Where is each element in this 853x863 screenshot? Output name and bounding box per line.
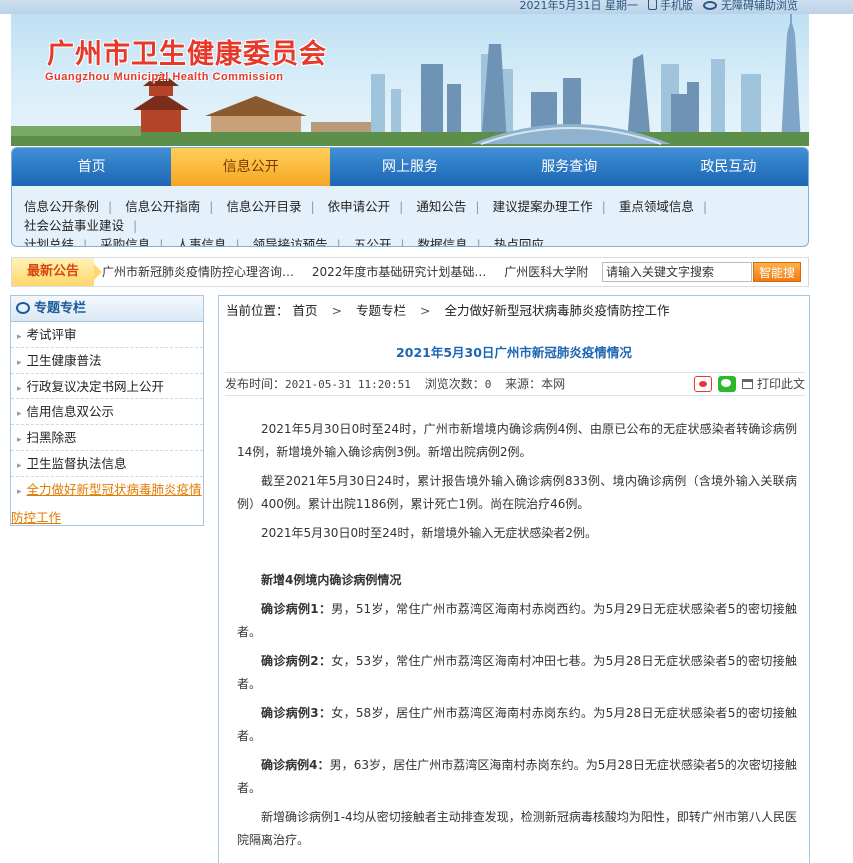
submenu-item[interactable]: 社会公益事业建设 bbox=[24, 216, 124, 235]
site-title: 广州市卫生健康委员会 bbox=[47, 39, 327, 70]
view-count: 0 bbox=[484, 378, 492, 391]
accessibility-link[interactable]: 无障碍辅助浏览 bbox=[703, 0, 798, 13]
nav-tab-service-query[interactable]: 服务查询 bbox=[490, 148, 649, 186]
primary-menu: 首页 信息公开 网上服务 服务查询 政民互动 bbox=[12, 148, 808, 186]
case-paragraph: 确诊病例1：男，51岁，常住广州市荔湾区海南村赤岗西约。为5月29日无症状感染者… bbox=[237, 602, 797, 639]
submenu-item[interactable]: 领导接访预告 bbox=[253, 235, 328, 246]
wechat-share-icon[interactable] bbox=[717, 376, 736, 392]
announcement-label: 最新公告 bbox=[12, 258, 102, 286]
announcement-list: 广州市新冠肺炎疫情防控心理咨询… 2022年度市基础研究计划基础… 广州医科大学… bbox=[102, 258, 600, 286]
sidebar-item[interactable]: ▸ 扫黑除恶 bbox=[11, 425, 203, 451]
printer-icon bbox=[741, 379, 753, 389]
case-paragraph: 确诊病例2：女，53岁，常住广州市荔湾区海南村冲田七巷。为5月28日无症状感染者… bbox=[237, 654, 797, 691]
sidebar-item[interactable]: ▸ 卫生监督执法信息 bbox=[11, 451, 203, 477]
site-subtitle: Guangzhou Municipal Health Commission bbox=[45, 71, 284, 83]
section-heading: 新增4例境内确诊病例情况 bbox=[261, 573, 402, 587]
article-title: 2021年5月30日广州市新冠肺炎疫情情况 bbox=[396, 345, 632, 360]
paragraph: 新增确诊病例1-4均从密切接触者主动排查发现，检测新冠病毒核酸均为阳性，即转广州… bbox=[237, 810, 797, 847]
announcement-bar: 最新公告 广州市新冠肺炎疫情防控心理咨询… 2022年度市基础研究计划基础… 广… bbox=[11, 257, 809, 300]
submenu-item[interactable]: 依申请公开 bbox=[328, 197, 391, 216]
sidebar-item[interactable]: ▸ 行政复议决定书网上公开 bbox=[11, 374, 203, 400]
nav-tab-home[interactable]: 首页 bbox=[12, 148, 171, 186]
submenu-item[interactable]: 建议提案办理工作 bbox=[493, 197, 593, 216]
case-paragraph: 确诊病例4：男，63岁，居住广州市荔湾区海南村赤岗东约。为5月28日无症状感染者… bbox=[237, 758, 798, 795]
mobile-link[interactable]: 手机版 bbox=[648, 0, 693, 13]
submenu-item[interactable]: 采购信息 bbox=[100, 235, 150, 246]
submenu-item[interactable]: 重点领域信息 bbox=[619, 197, 694, 216]
breadcrumb-link[interactable]: 专题专栏 bbox=[356, 303, 406, 318]
arrow-icon: ▸ bbox=[17, 409, 22, 420]
announcement-item[interactable]: 广州医科大学附 bbox=[504, 265, 588, 279]
main-navigation: 首页 信息公开 网上服务 服务查询 政民互动 信息公开条例 | 信息公开指南 | 信… bbox=[11, 147, 809, 247]
sidebar-item[interactable]: ▸ 信用信息双公示 bbox=[11, 399, 203, 426]
announcement-item[interactable]: 2022年度市基础研究计划基础… bbox=[312, 265, 487, 279]
nav-tab-online-service[interactable]: 网上服务 bbox=[330, 148, 489, 186]
search-button[interactable]: 智能搜索 bbox=[753, 262, 801, 300]
current-date: 2021年5月31日 星期一 bbox=[519, 0, 639, 12]
breadcrumb-link[interactable]: 首页 bbox=[293, 303, 318, 318]
sidebar-item[interactable]: ▸ 考试评审 bbox=[11, 322, 203, 348]
secondary-menu: 信息公开条例 | 信息公开指南 | 信息公开目录 | 依申请公开 | 通知公告 | 建议提… bbox=[12, 186, 808, 246]
publish-time: 2021-05-31 11:20:51 bbox=[285, 378, 411, 391]
mobile-icon bbox=[648, 0, 657, 10]
sidebar-item-active[interactable]: ▸ 全力做好新型冠状病毒肺炎疫情防控工作 bbox=[11, 477, 203, 530]
submenu-item[interactable]: 信息公开目录 bbox=[226, 197, 301, 216]
submenu-item[interactable]: 热点回应 bbox=[494, 235, 544, 246]
chevron-right-icon: > bbox=[331, 303, 342, 318]
submenu-item[interactable]: 信息公开条例 bbox=[24, 197, 99, 216]
announcement-item[interactable]: 广州市新冠肺炎疫情防控心理咨询… bbox=[102, 265, 294, 279]
case-paragraph: 确诊病例3：女，58岁，居住广州市荔湾区海南村赤岗东约。为5月28日无症状感染者… bbox=[237, 706, 797, 743]
submenu-item[interactable]: 计划总结 bbox=[24, 235, 74, 246]
site-banner: 广州市卫生健康委员会 Guangzhou Municipal Health Co… bbox=[11, 14, 809, 146]
submenu-item[interactable]: 人事信息 bbox=[176, 235, 226, 246]
topic-sidebar: 专题专栏 ▸ 考试评审 ▸ 卫生健康普法 ▸ 行政复议决定书网上公开 ▸ 信用信息双公示… bbox=[10, 295, 204, 526]
eye-icon bbox=[703, 1, 717, 10]
paragraph: 截至2021年5月30日24时，累计报告境外输入确诊病例833例、境内确诊病例（… bbox=[237, 474, 797, 511]
search-input[interactable]: 请输入关键文字搜索 bbox=[602, 262, 752, 282]
weibo-share-icon[interactable] bbox=[693, 376, 712, 392]
breadcrumb-link[interactable]: 全力做好新型冠状病毒肺炎疫情防控工作 bbox=[444, 303, 669, 318]
sidebar-header: 专题专栏 bbox=[11, 296, 203, 322]
arrow-icon: ▸ bbox=[17, 460, 22, 471]
print-button[interactable]: 打印此文 bbox=[741, 373, 805, 395]
arrow-icon: ▸ bbox=[17, 332, 22, 342]
breadcrumb: 当前位置： 首页 > 专题专栏 > 全力做好新型冠状病毒肺炎疫情防控工作 bbox=[226, 303, 670, 318]
submenu-item[interactable]: 数据信息 bbox=[418, 235, 468, 246]
arrow-icon: ▸ bbox=[17, 357, 22, 368]
chevron-right-icon: > bbox=[419, 303, 431, 318]
paragraph: 2021年5月30日0时至24时，新增境外输入无症状感染者2例。 bbox=[261, 526, 597, 540]
submenu-item[interactable]: 通知公告 bbox=[416, 197, 466, 216]
source: 本网 bbox=[541, 377, 566, 391]
arrow-icon: ▸ bbox=[17, 383, 22, 394]
arrow-icon: ▸ bbox=[17, 435, 22, 446]
submenu-item[interactable]: 信息公开指南 bbox=[125, 197, 200, 216]
top-utility-bar: 2021年5月31日 星期一 手机版 无障碍辅助浏览 bbox=[0, 0, 853, 14]
nav-tab-info-disclosure[interactable]: 信息公开 bbox=[171, 148, 331, 186]
article-body: 2021年5月30日0时至24时，广州市新增境内确诊病例4例、由原已公布的无症状… bbox=[237, 418, 797, 858]
nav-tab-interaction[interactable]: 政民互动 bbox=[649, 148, 808, 186]
arrow-icon: ▸ bbox=[17, 486, 22, 497]
chat-bubble-icon bbox=[16, 302, 30, 314]
submenu-item[interactable]: 五公开 bbox=[354, 235, 392, 246]
sidebar-item[interactable]: ▸ 卫生健康普法 bbox=[11, 348, 203, 374]
paragraph: 2021年5月30日0时至24时，广州市新增境内确诊病例4例、由原已公布的无症状… bbox=[237, 422, 797, 459]
article-panel: 当前位置： 首页 > 专题专栏 > 全力做好新型冠状病毒肺炎疫情防控工作 202… bbox=[218, 295, 810, 863]
article-meta: 发布时间：2021-05-31 11:20:51 浏览次数：0 来源：本网 打印… bbox=[225, 372, 805, 396]
